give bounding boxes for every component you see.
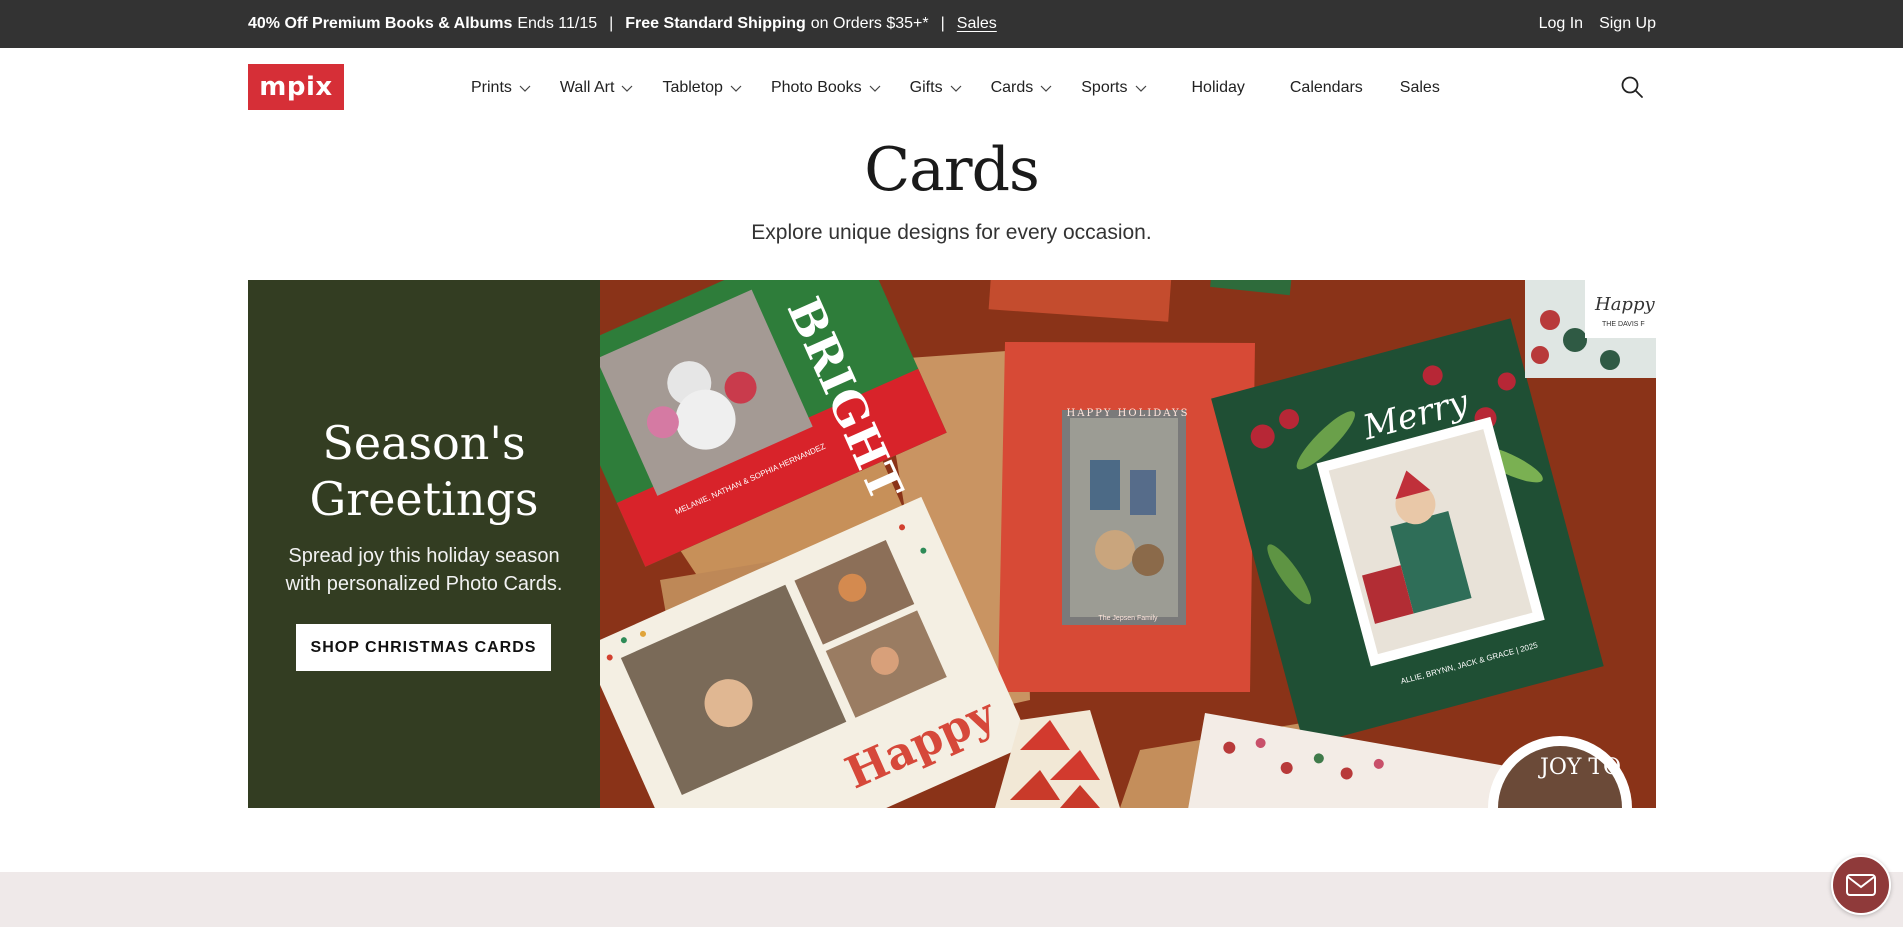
holiday-cards-image[interactable]: BRIGHT MELANIE, NATHAN & SOPHIA HERNANDE… (600, 280, 1656, 808)
nav-item-label: Wall Art (559, 79, 615, 96)
nav-item-sales[interactable]: Sales (1400, 79, 1440, 97)
nav-item-label: Sales (1399, 79, 1440, 96)
mail-icon (1846, 874, 1876, 896)
davis-text: THE DAVIS F (1602, 321, 1645, 328)
hero-heading: Season's Greetings (248, 415, 600, 527)
hero-banner: Season's Greetings Spread joy this holid… (248, 280, 1656, 808)
search-icon[interactable] (1620, 75, 1644, 99)
hero-heading-line: Greetings (309, 472, 539, 526)
promo-bar: 40% Off Premium Books & Albums Ends 11/1… (0, 0, 1903, 48)
chevron-down-icon (622, 85, 633, 92)
hero-description: Spread joy this holiday season with pers… (278, 542, 570, 598)
chevron-down-icon (1135, 85, 1146, 92)
nav-item-gifts[interactable]: Gifts (910, 79, 963, 97)
chevron-down-icon (1040, 85, 1052, 92)
page-title: Cards (864, 135, 1040, 205)
nav-item-label: Gifts (909, 79, 943, 96)
promo-sales-link[interactable]: Sales (957, 15, 997, 33)
promo-separator: | (609, 15, 614, 32)
signup-link[interactable]: Sign Up (1599, 15, 1656, 33)
page-subtitle: Explore unique designs for every occasio… (751, 221, 1152, 244)
hero-text-panel: Season's Greetings Spread joy this holid… (248, 280, 600, 808)
mpix-logo[interactable]: mpix (248, 64, 344, 110)
nav-item-holiday[interactable]: Holiday (1192, 79, 1245, 97)
hero-heading-line: Season's (322, 416, 526, 470)
happy-holidays-text: HAPPY HOLIDAYS (1067, 408, 1190, 419)
chevron-down-icon (869, 85, 881, 92)
nav-item-label: Tabletop (662, 79, 723, 96)
chevron-down-icon (519, 85, 531, 92)
chat-button[interactable] (1831, 855, 1891, 915)
happy-holidays-card: HAPPY HOLIDAYS The Jepsen Family (998, 342, 1255, 692)
happy-corner-text: Happy (1594, 294, 1655, 315)
nav-item-label: Cards (990, 79, 1034, 96)
promo-offer-rest: Ends 11/15 (517, 15, 598, 32)
chevron-down-icon (950, 85, 961, 92)
nav-item-label: Sports (1081, 79, 1128, 96)
next-section-band (0, 872, 1903, 927)
nav-item-sports[interactable]: Sports (1081, 79, 1147, 97)
joy-text: JOY TO (1538, 755, 1621, 780)
main-nav: Prints Wall Art Tabletop Photo Books Gif… (471, 48, 1440, 128)
jepsen-family-text: The Jepsen Family (1098, 615, 1158, 622)
nav-item-label: Calendars (1289, 79, 1363, 96)
login-link[interactable]: Log In (1539, 15, 1583, 33)
nav-item-tabletop[interactable]: Tabletop (662, 79, 743, 97)
nav-item-calendars[interactable]: Calendars (1290, 79, 1363, 97)
promo-shipping-bold: Free Standard Shipping (625, 15, 806, 32)
nav-item-prints[interactable]: Prints (471, 79, 532, 97)
promo-shipping-rest: on Orders $35+* (810, 15, 929, 32)
account-links: Log In Sign Up (1539, 0, 1656, 48)
chevron-down-icon (730, 85, 742, 92)
hero-description-line: Spread joy this holiday season (288, 545, 560, 567)
shop-christmas-cards-button[interactable]: SHOP CHRISTMAS CARDS (296, 624, 551, 671)
happy-corner-card: Happy THE DAVIS F (1525, 280, 1656, 378)
nav-item-photo-books[interactable]: Photo Books (771, 79, 882, 97)
nav-item-wall-art[interactable]: Wall Art (560, 79, 635, 97)
promo-offer-bold: 40% Off Premium Books & Albums (248, 15, 513, 32)
site-header: mpix Prints Wall Art Tabletop Photo Book… (0, 48, 1903, 128)
promo-message: 40% Off Premium Books & Albums Ends 11/1… (248, 0, 997, 48)
promo-separator: | (940, 15, 945, 32)
nav-item-cards[interactable]: Cards (991, 79, 1054, 97)
nav-item-label: Holiday (1191, 79, 1245, 96)
nav-item-label: Prints (471, 79, 512, 96)
nav-item-label: Photo Books (770, 79, 862, 96)
hero-description-line: with personalized Photo Cards. (285, 573, 563, 595)
